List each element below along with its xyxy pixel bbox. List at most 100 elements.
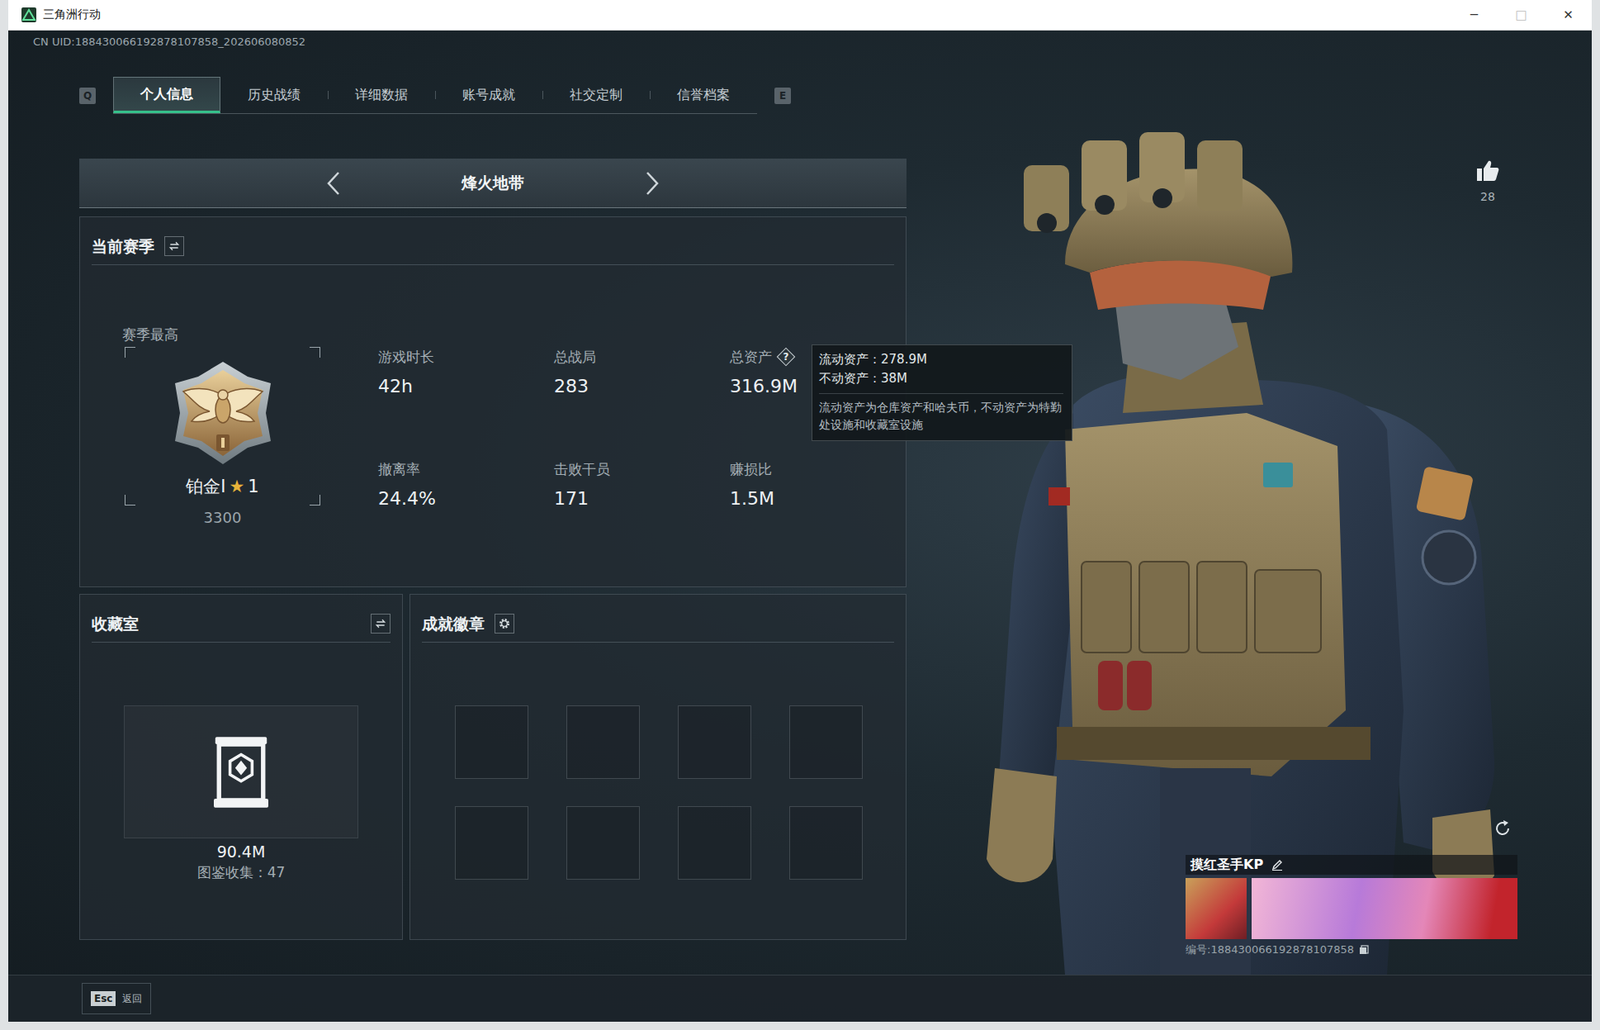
next-tab-key[interactable]: E [774, 87, 791, 105]
tab[interactable]: 账号成就 [435, 76, 543, 114]
mode-label: 烽火地带 [461, 172, 525, 195]
player-card: 摸红圣手KP 编号:188430066192878107858 [1185, 854, 1518, 957]
stat-label: 击败干员 [553, 459, 730, 479]
esc-key: Esc [90, 990, 116, 1006]
window-controls: ─□✕ [1450, 0, 1592, 30]
tooltip-note: 流动资产为仓库资产和哈夫币，不动资产为特勤处设施和收藏室设施 [818, 392, 1064, 434]
badge-slot[interactable] [789, 805, 863, 880]
tab[interactable]: 个人信息 [113, 76, 221, 114]
stat-label: 游戏时长 [378, 347, 554, 366]
stat-item: 总战局 283 [553, 347, 730, 398]
chevron-left-icon[interactable] [325, 170, 342, 197]
card-images [1185, 877, 1518, 939]
collection-panel: 收藏室 90.4M图鉴收集：47 [79, 593, 403, 940]
back-label: 返回 [122, 991, 143, 1006]
achievements-panel: 成就徽章 [409, 593, 907, 940]
frame-corner [309, 346, 321, 358]
stats-grid: 游戏时长42h总战局283总资产?316.9M流动资产：278.9M不动资产：3… [378, 347, 906, 527]
player-id: 编号:188430066192878107858 [1185, 942, 1354, 957]
panel-header: 成就徽章 [421, 594, 895, 643]
rank-score: 3300 [124, 508, 321, 527]
window-control-button[interactable]: ✕ [1544, 0, 1592, 30]
panel-header: 收藏室 [91, 594, 391, 643]
footer-bar: Esc 返回 [8, 974, 1592, 1022]
stat-label: 赚损比 [729, 459, 906, 479]
player-banner[interactable] [1251, 877, 1518, 939]
stat-value: 283 [553, 375, 730, 398]
stat-label: 总战局 [553, 347, 730, 366]
operator-figure[interactable] [974, 132, 1532, 975]
window-control-button[interactable]: ─ [1450, 0, 1498, 30]
tab[interactable]: 历史战绩 [220, 76, 328, 114]
badge-slot[interactable] [789, 705, 863, 779]
panel-title: 收藏室 [91, 613, 139, 634]
frame-corner [124, 494, 136, 506]
tab[interactable]: 详细数据 [327, 76, 436, 114]
info-column: Q 个人信息历史战绩详细数据账号成就社交定制信誉档案 E 烽火地带当前赛季赛季最高铂金… [79, 50, 907, 975]
stat-label: 撤离率 [378, 459, 554, 479]
asset-tooltip: 流动资产：278.9M不动资产：38M流动资产为仓库资产和哈夫币，不动资产为特勤… [811, 344, 1073, 441]
panel-title: 当前赛季 [91, 236, 155, 256]
collection-value: 90.4M [217, 841, 266, 862]
help-icon[interactable]: ? [776, 347, 796, 366]
back-button[interactable]: Esc 返回 [81, 982, 152, 1014]
frame-corner [309, 494, 321, 506]
game-screen: CN UID:188430066192878107858_20260608085… [8, 30, 1592, 1022]
tab[interactable]: 信誉档案 [649, 76, 758, 114]
rank-medal-icon [168, 358, 278, 468]
rank-frame: 铂金I★1 [124, 346, 321, 506]
stat-item: 赚损比 1.5M [729, 459, 906, 510]
badge-slot[interactable] [677, 805, 752, 880]
title-bar: 三角洲行动 ─□✕ [8, 0, 1592, 31]
mode-selector: 烽火地带 [79, 158, 907, 209]
game-window: 三角洲行动 ─□✕CN UID:188430066192878107858_202… [8, 0, 1592, 1022]
tab-bar: Q 个人信息历史战绩详细数据账号成就社交定制信誉档案 E [79, 76, 907, 114]
refresh-icon[interactable] [1492, 818, 1513, 838]
tooltip-line: 不动资产：38M [818, 369, 1064, 389]
star-count: 1 [247, 475, 259, 498]
stat-item: 游戏时长 42h [378, 347, 554, 398]
window-title: 三角洲行动 [42, 7, 101, 23]
collection-caption: 图鉴收集：47 [197, 862, 286, 881]
copy-icon[interactable] [1358, 944, 1369, 955]
stat-value: 42h [378, 375, 554, 398]
tab[interactable]: 社交定制 [542, 76, 650, 114]
main-area: Q 个人信息历史战绩详细数据账号成就社交定制信誉档案 E 烽火地带当前赛季赛季最高铂金… [8, 50, 1592, 975]
rank-tier: 铂金I [185, 475, 226, 498]
badge-slot[interactable] [677, 705, 752, 779]
window-control-button[interactable]: □ [1497, 0, 1545, 30]
switch-button[interactable] [164, 236, 185, 256]
frame-corner [124, 346, 136, 358]
player-name-row: 摸红圣手KP [1185, 854, 1518, 875]
badge-slot[interactable] [566, 805, 640, 880]
badge-slot[interactable] [454, 705, 529, 779]
chevron-right-icon[interactable] [643, 170, 661, 197]
swap-icon [373, 616, 388, 630]
switch-button[interactable] [370, 613, 391, 634]
desktop: 三角洲行动 ─□✕CN UID:188430066192878107858_202… [0, 0, 1600, 1030]
season-best: 赛季最高铂金I★1 3300 [124, 325, 321, 527]
stat-value: 1.5M [729, 487, 906, 510]
season-body: 赛季最高铂金I★13300游戏时长42h总战局283总资产?316.9M流动资产… [80, 265, 906, 527]
app-logo-icon [21, 7, 37, 23]
thumbs-up-icon [1475, 158, 1501, 184]
star-icon: ★ [229, 475, 246, 498]
tabs: 个人信息历史战绩详细数据账号成就社交定制信誉档案 [113, 76, 758, 114]
prev-tab-key[interactable]: Q [79, 87, 96, 105]
bottom-panels: 收藏室 90.4M图鉴收集：47 成就徽章 [79, 593, 907, 940]
badge-slot[interactable] [566, 705, 640, 779]
badge-slot[interactable] [454, 805, 529, 880]
operator-stage: 28 摸红圣手KP 编号:188430066192878107858 [906, 50, 1592, 975]
collection-display[interactable] [123, 705, 359, 838]
pencil-icon[interactable] [1271, 858, 1283, 871]
panel-header: 当前赛季 [91, 217, 895, 266]
badge-grid [454, 705, 906, 880]
player-avatar[interactable] [1185, 877, 1247, 939]
panel-title: 成就徽章 [421, 613, 485, 634]
like-button[interactable]: 28 [1475, 158, 1501, 204]
stat-item: 击败干员171 [553, 459, 730, 510]
best-label: 赛季最高 [122, 325, 321, 344]
rank-name: 铂金I★1 [185, 475, 259, 498]
settings-button[interactable] [494, 613, 515, 634]
uid-text: CN UID:188430066192878107858_20260608085… [8, 30, 1592, 51]
